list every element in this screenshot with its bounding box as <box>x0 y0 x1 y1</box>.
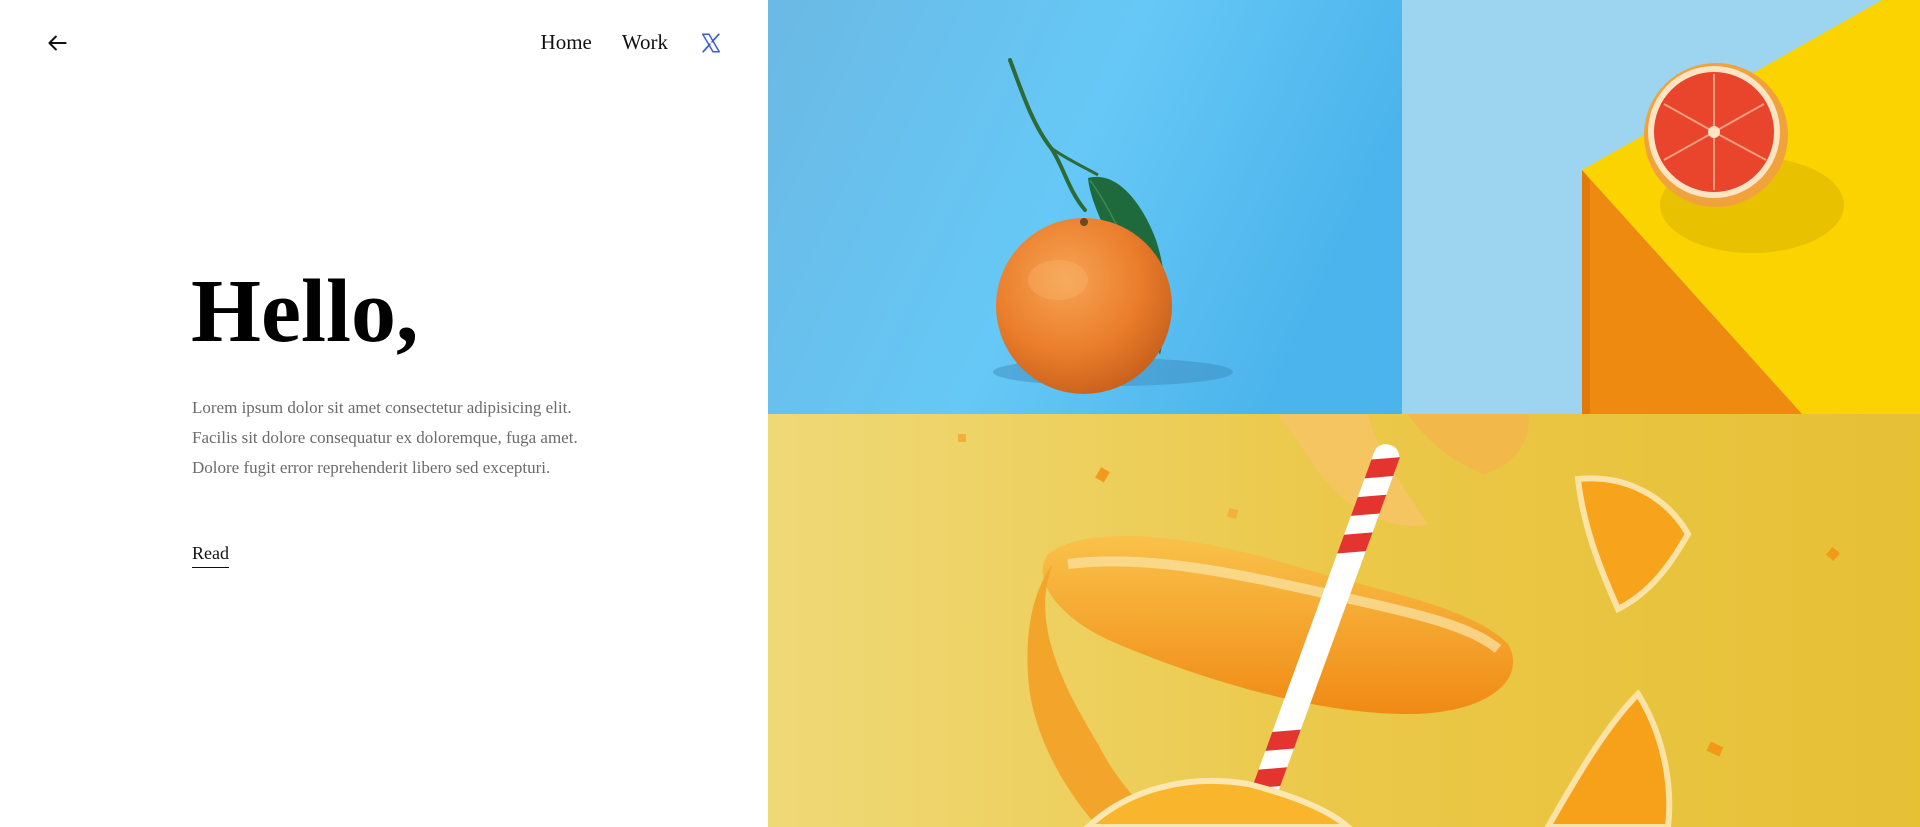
nav-home-link[interactable]: Home <box>541 30 592 55</box>
x-twitter-icon[interactable] <box>700 32 722 54</box>
arrow-left-icon[interactable] <box>44 30 70 56</box>
nav-work-link[interactable]: Work <box>622 30 668 55</box>
gallery-image-tangerine <box>768 0 1402 414</box>
gallery-image-grapefruit <box>1402 0 1920 414</box>
page-title: Hello, <box>191 262 419 361</box>
top-nav: Home Work <box>541 30 722 55</box>
hero-description: Lorem ipsum dolor sit amet consectetur a… <box>192 398 578 477</box>
gallery-image-orange-peel <box>768 414 1920 827</box>
read-link[interactable]: Read <box>192 543 229 568</box>
left-panel: Home Work Hello, Lorem ipsum dolor sit a… <box>0 0 768 827</box>
